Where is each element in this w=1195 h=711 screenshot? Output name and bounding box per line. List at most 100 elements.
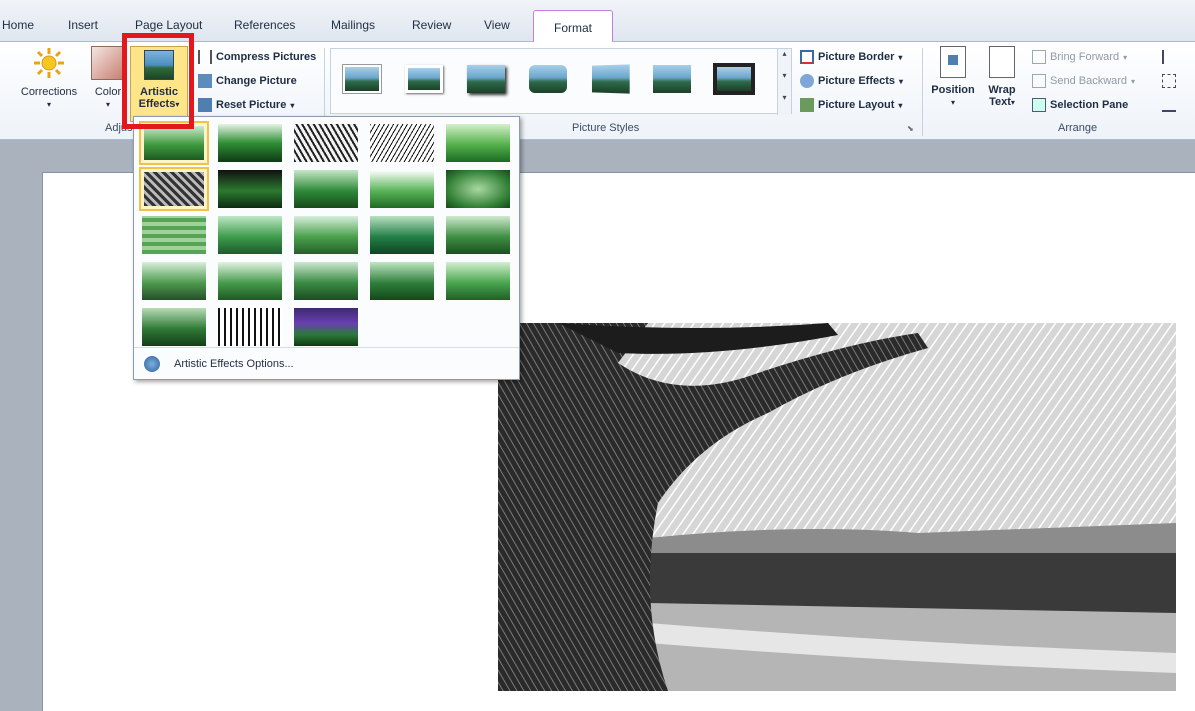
artistic-effect-pastels-smooth[interactable] bbox=[367, 259, 437, 303]
group-button[interactable] bbox=[1162, 74, 1176, 88]
effect-thumbnail bbox=[370, 216, 434, 254]
reset-picture-label: Reset Picture bbox=[216, 99, 287, 111]
effect-thumbnail bbox=[142, 262, 206, 300]
picture-style-thumb[interactable] bbox=[525, 61, 571, 97]
arrange-group-label: Arrange bbox=[1058, 122, 1098, 134]
artistic-effect-plastic-wrap[interactable] bbox=[443, 259, 513, 303]
position-icon bbox=[940, 46, 966, 78]
artistic-effect-photocopy[interactable] bbox=[215, 305, 285, 349]
bring-forward-icon bbox=[1032, 50, 1046, 64]
artistic-effect-cement[interactable] bbox=[139, 259, 209, 303]
artistic-effect-glow-diffused[interactable] bbox=[367, 167, 437, 211]
send-backward-label: Send Backward bbox=[1050, 75, 1128, 87]
align-button[interactable] bbox=[1162, 50, 1176, 64]
artistic-effect-pencil-sketch[interactable] bbox=[367, 121, 437, 165]
tab-references[interactable]: References bbox=[234, 18, 295, 32]
artistic-effect-paint-strokes[interactable] bbox=[215, 167, 285, 211]
wrap-label-2: Text bbox=[989, 96, 1011, 108]
compress-label: Compress Pictures bbox=[216, 51, 317, 63]
wrap-label-1: Wrap bbox=[988, 84, 1016, 96]
artistic-effect-chalk-sketch[interactable] bbox=[139, 167, 209, 211]
picture-border-button[interactable]: Picture Border ▾ bbox=[800, 50, 902, 64]
picture-style-thumb[interactable] bbox=[463, 61, 509, 97]
highlight-box bbox=[122, 33, 194, 129]
tab-insert[interactable]: Insert bbox=[68, 18, 98, 32]
effect-thumbnail bbox=[294, 124, 358, 162]
tab-home[interactable]: Home bbox=[2, 18, 34, 32]
effect-thumbnail bbox=[294, 262, 358, 300]
effect-thumbnail bbox=[218, 170, 282, 208]
artistic-effect-crisscross-etching[interactable] bbox=[291, 259, 361, 303]
selection-pane-icon bbox=[1032, 98, 1046, 112]
artistic-effect-pencil-grayscale[interactable] bbox=[291, 121, 361, 165]
color-label: Color bbox=[94, 86, 122, 98]
artistic-effect-film-grain[interactable] bbox=[291, 213, 361, 257]
reset-picture-button[interactable]: Reset Picture ▾ bbox=[198, 98, 294, 112]
effect-thumbnail bbox=[218, 262, 282, 300]
send-backward-button[interactable]: Send Backward ▾ bbox=[1032, 74, 1135, 88]
document-picture[interactable] bbox=[498, 323, 1176, 691]
picture-styles-group-label: Picture Styles bbox=[572, 122, 640, 134]
artistic-effect-glass[interactable] bbox=[443, 213, 513, 257]
artistic-effects-options-row[interactable]: Artistic Effects Options... bbox=[134, 347, 519, 379]
tab-format[interactable]: Format bbox=[533, 10, 614, 43]
effect-thumbnail bbox=[294, 216, 358, 254]
artistic-effect-mosaic-bubbles[interactable] bbox=[367, 213, 437, 257]
sun-icon bbox=[32, 46, 66, 80]
effect-thumbnail bbox=[294, 308, 358, 346]
picture-style-thumb[interactable] bbox=[587, 61, 633, 97]
gallery-more[interactable]: ▾ bbox=[777, 93, 791, 115]
reset-icon bbox=[198, 98, 212, 112]
corrections-label: Corrections bbox=[20, 86, 78, 98]
rotate-icon bbox=[1162, 98, 1176, 112]
compress-pictures-button[interactable]: Compress Pictures bbox=[198, 50, 316, 64]
artistic-effect-glow-edges[interactable] bbox=[291, 305, 361, 349]
picture-layout-icon bbox=[800, 98, 814, 112]
artistic-effects-gallery: Artistic Effects Options... bbox=[133, 116, 520, 380]
options-icon bbox=[144, 355, 160, 372]
picture-style-thumb[interactable] bbox=[711, 61, 757, 97]
artistic-effect-texturizer[interactable] bbox=[215, 259, 285, 303]
change-picture-icon bbox=[198, 74, 212, 88]
bring-forward-button[interactable]: Bring Forward ▾ bbox=[1032, 50, 1127, 64]
effect-thumbnail bbox=[218, 308, 282, 346]
effect-thumbnail bbox=[446, 216, 510, 254]
wrap-text-icon bbox=[989, 46, 1015, 78]
position-button[interactable]: Position ▾ bbox=[928, 46, 978, 109]
gallery-scroll-down[interactable]: ▾ bbox=[777, 71, 791, 93]
tab-view[interactable]: View bbox=[484, 18, 510, 32]
effect-thumbnail bbox=[142, 308, 206, 346]
separator bbox=[922, 48, 923, 136]
selection-pane-button[interactable]: Selection Pane bbox=[1032, 98, 1128, 112]
tab-review[interactable]: Review bbox=[412, 18, 451, 32]
effect-thumbnail bbox=[446, 262, 510, 300]
picture-effects-button[interactable]: Picture Effects ▾ bbox=[800, 74, 903, 88]
artistic-effect-marker[interactable] bbox=[215, 121, 285, 165]
corrections-button[interactable]: Corrections ▾ bbox=[14, 46, 84, 111]
tab-mailings[interactable]: Mailings bbox=[331, 18, 375, 32]
effect-thumbnail bbox=[218, 216, 282, 254]
picture-effects-label: Picture Effects bbox=[818, 75, 896, 87]
picture-style-thumb[interactable] bbox=[339, 61, 385, 97]
artistic-effect-watercolor-sponge[interactable] bbox=[215, 213, 285, 257]
artistic-effect-line-drawing[interactable] bbox=[443, 121, 513, 165]
artistic-effect-light-screen[interactable] bbox=[139, 213, 209, 257]
change-picture-label: Change Picture bbox=[216, 75, 297, 87]
tab-page-layout[interactable]: Page Layout bbox=[135, 18, 202, 32]
artistic-effect-blur[interactable] bbox=[443, 167, 513, 211]
artistic-effect-paint-brush[interactable] bbox=[291, 167, 361, 211]
position-label: Position bbox=[931, 84, 975, 96]
effect-thumbnail bbox=[218, 124, 282, 162]
picture-layout-button[interactable]: Picture Layout ▾ bbox=[800, 98, 902, 112]
artistic-effect-cutout[interactable] bbox=[139, 305, 209, 349]
send-backward-icon bbox=[1032, 74, 1046, 88]
wrap-text-button[interactable]: Wrap Text▾ bbox=[984, 46, 1020, 109]
align-icon bbox=[1162, 50, 1176, 64]
bring-forward-label: Bring Forward bbox=[1050, 51, 1120, 63]
change-picture-button[interactable]: Change Picture bbox=[198, 74, 297, 88]
picture-style-thumb[interactable] bbox=[401, 61, 447, 97]
dialog-launcher-icon[interactable]: ⬊ bbox=[907, 124, 914, 133]
rotate-button[interactable] bbox=[1162, 98, 1176, 112]
gallery-scroll-up[interactable]: ▴ bbox=[777, 49, 791, 71]
picture-style-thumb[interactable] bbox=[649, 61, 695, 97]
